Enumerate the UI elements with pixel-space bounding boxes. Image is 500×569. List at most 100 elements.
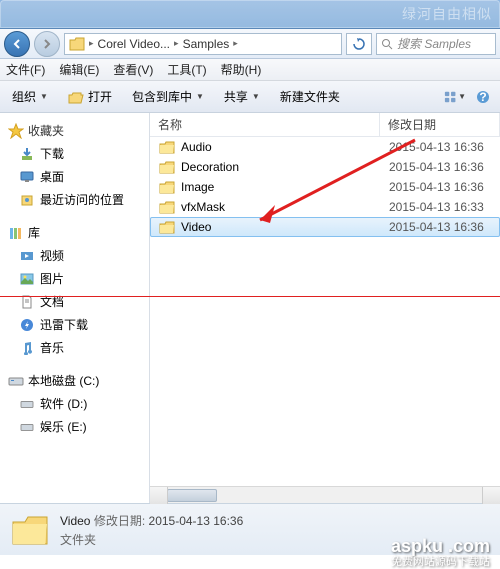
- folder-open-icon: [68, 90, 84, 104]
- share-label: 共享: [224, 88, 248, 105]
- sidebar-pictures[interactable]: 图片: [0, 267, 149, 290]
- folder-icon: [10, 512, 50, 548]
- thunder-icon: [20, 318, 34, 332]
- file-date: 2015-04-13 16:36: [381, 180, 499, 194]
- video-icon: [20, 249, 34, 263]
- open-button[interactable]: 打开: [62, 86, 118, 107]
- sidebar-thunder[interactable]: 迅雷下载: [0, 313, 149, 336]
- recent-icon: [20, 193, 34, 207]
- chevron-right-icon: ▸: [233, 38, 238, 49]
- help-button[interactable]: ?: [472, 86, 494, 108]
- sidebar-desktop[interactable]: 桌面: [0, 165, 149, 188]
- file-name: vfxMask: [181, 200, 225, 214]
- sidebar-documents[interactable]: 文档: [0, 290, 149, 313]
- file-date: 2015-04-13 16:36: [381, 160, 499, 174]
- scrollbar-thumb[interactable]: [167, 489, 217, 502]
- chevron-right-icon: ▸: [174, 38, 179, 49]
- arrow-right-icon: [41, 38, 53, 50]
- navigation-bar: ▸ Corel Video... ▸ Samples ▸ 搜索 Samples: [0, 29, 500, 59]
- favorites-group[interactable]: 收藏夹: [0, 119, 149, 142]
- drive-icon: [20, 421, 34, 433]
- column-date[interactable]: 修改日期: [380, 113, 500, 136]
- file-row[interactable]: Image 2015-04-13 16:36: [150, 177, 500, 197]
- organize-button[interactable]: 组织 ▼: [6, 86, 54, 107]
- file-name: Image: [181, 180, 214, 194]
- folder-icon: [159, 220, 175, 234]
- picture-icon: [20, 272, 34, 286]
- include-label: 包含到库中: [132, 88, 192, 105]
- drive-icon: [8, 374, 24, 388]
- breadcrumb-item[interactable]: Samples: [183, 37, 230, 51]
- menu-edit[interactable]: 编辑(E): [59, 61, 99, 78]
- window-titlebar: 绿河自由相似: [0, 0, 500, 29]
- chevron-down-icon: ▼: [40, 92, 48, 101]
- watermark-sub: 免费网站源码下载站: [391, 553, 490, 569]
- chevron-down-icon: ▼: [252, 92, 260, 101]
- organize-label: 组织: [12, 88, 36, 105]
- file-list[interactable]: Audio2015-04-13 16:36Decoration2015-04-1…: [150, 137, 500, 486]
- horizontal-scrollbar[interactable]: [150, 486, 500, 503]
- annotation-line: [0, 296, 500, 297]
- folder-icon: [159, 200, 175, 214]
- menu-view[interactable]: 查看(V): [113, 61, 153, 78]
- refresh-button[interactable]: [346, 33, 372, 55]
- sidebar-videos[interactable]: 视频: [0, 244, 149, 267]
- newfolder-label: 新建文件夹: [280, 88, 340, 105]
- chevron-down-icon: ▼: [196, 92, 204, 101]
- address-bar[interactable]: ▸ Corel Video... ▸ Samples ▸: [64, 33, 342, 55]
- folder-icon: [159, 160, 175, 174]
- sidebar-downloads[interactable]: 下载: [0, 142, 149, 165]
- drive-icon: [20, 398, 34, 410]
- libraries-label: 库: [28, 224, 40, 241]
- drive-c[interactable]: 本地磁盘 (C:): [0, 369, 149, 392]
- menu-bar: 文件(F) 编辑(E) 查看(V) 工具(T) 帮助(H): [0, 59, 500, 81]
- forward-button[interactable]: [34, 31, 60, 57]
- share-button[interactable]: 共享 ▼: [218, 86, 266, 107]
- status-date-label: 修改日期:: [94, 514, 145, 528]
- arrow-left-icon: [11, 38, 23, 50]
- menu-help[interactable]: 帮助(H): [221, 61, 262, 78]
- file-date: 2015-04-13 16:33: [381, 200, 499, 214]
- file-row[interactable]: vfxMask 2015-04-13 16:33: [150, 197, 500, 217]
- desktop-icon: [20, 170, 34, 184]
- file-name: Audio: [181, 140, 212, 154]
- file-name: Decoration: [181, 160, 239, 174]
- libraries-group[interactable]: 库: [0, 221, 149, 244]
- folder-icon: [159, 180, 175, 194]
- column-headers: 名称 修改日期: [150, 113, 500, 137]
- chevron-down-icon: ▼: [458, 92, 466, 101]
- sidebar-recent[interactable]: 最近访问的位置: [0, 188, 149, 211]
- file-date: 2015-04-13 16:36: [381, 220, 499, 234]
- view-button[interactable]: ▼: [444, 86, 466, 108]
- status-type: 文件夹: [60, 531, 243, 548]
- file-row[interactable]: Video2015-04-13 16:36: [150, 217, 500, 237]
- folder-icon: [159, 140, 175, 154]
- refresh-icon: [353, 38, 365, 50]
- open-label: 打开: [88, 88, 112, 105]
- star-icon: [8, 123, 24, 139]
- drive-e[interactable]: 娱乐 (E:): [0, 415, 149, 438]
- sidebar-music[interactable]: 音乐: [0, 336, 149, 359]
- menu-file[interactable]: 文件(F): [6, 61, 45, 78]
- file-row[interactable]: Decoration 2015-04-13 16:36: [150, 157, 500, 177]
- library-icon: [8, 225, 24, 241]
- status-filename: Video: [60, 514, 90, 528]
- folder-icon: [69, 37, 85, 51]
- column-name[interactable]: 名称: [150, 113, 380, 136]
- chevron-right-icon: ▸: [89, 38, 94, 49]
- file-list-pane: 名称 修改日期 Audio2015-04-13 16:36Decoration2…: [150, 113, 500, 503]
- download-icon: [20, 147, 34, 161]
- toolbar: 组织 ▼ 打开 包含到库中 ▼ 共享 ▼ 新建文件夹 ▼ ?: [0, 81, 500, 113]
- include-button[interactable]: 包含到库中 ▼: [126, 86, 210, 107]
- status-date: 2015-04-13 16:36: [149, 514, 244, 528]
- drive-d[interactable]: 软件 (D:): [0, 392, 149, 415]
- favorites-label: 收藏夹: [28, 122, 64, 139]
- breadcrumb-item[interactable]: Corel Video...: [98, 37, 171, 51]
- view-icon: [444, 90, 458, 104]
- newfolder-button[interactable]: 新建文件夹: [274, 86, 346, 107]
- back-button[interactable]: [4, 31, 30, 57]
- menu-tools[interactable]: 工具(T): [167, 61, 206, 78]
- help-icon: ?: [476, 90, 490, 104]
- search-input[interactable]: 搜索 Samples: [376, 33, 496, 55]
- file-row[interactable]: Audio2015-04-13 16:36: [150, 137, 500, 157]
